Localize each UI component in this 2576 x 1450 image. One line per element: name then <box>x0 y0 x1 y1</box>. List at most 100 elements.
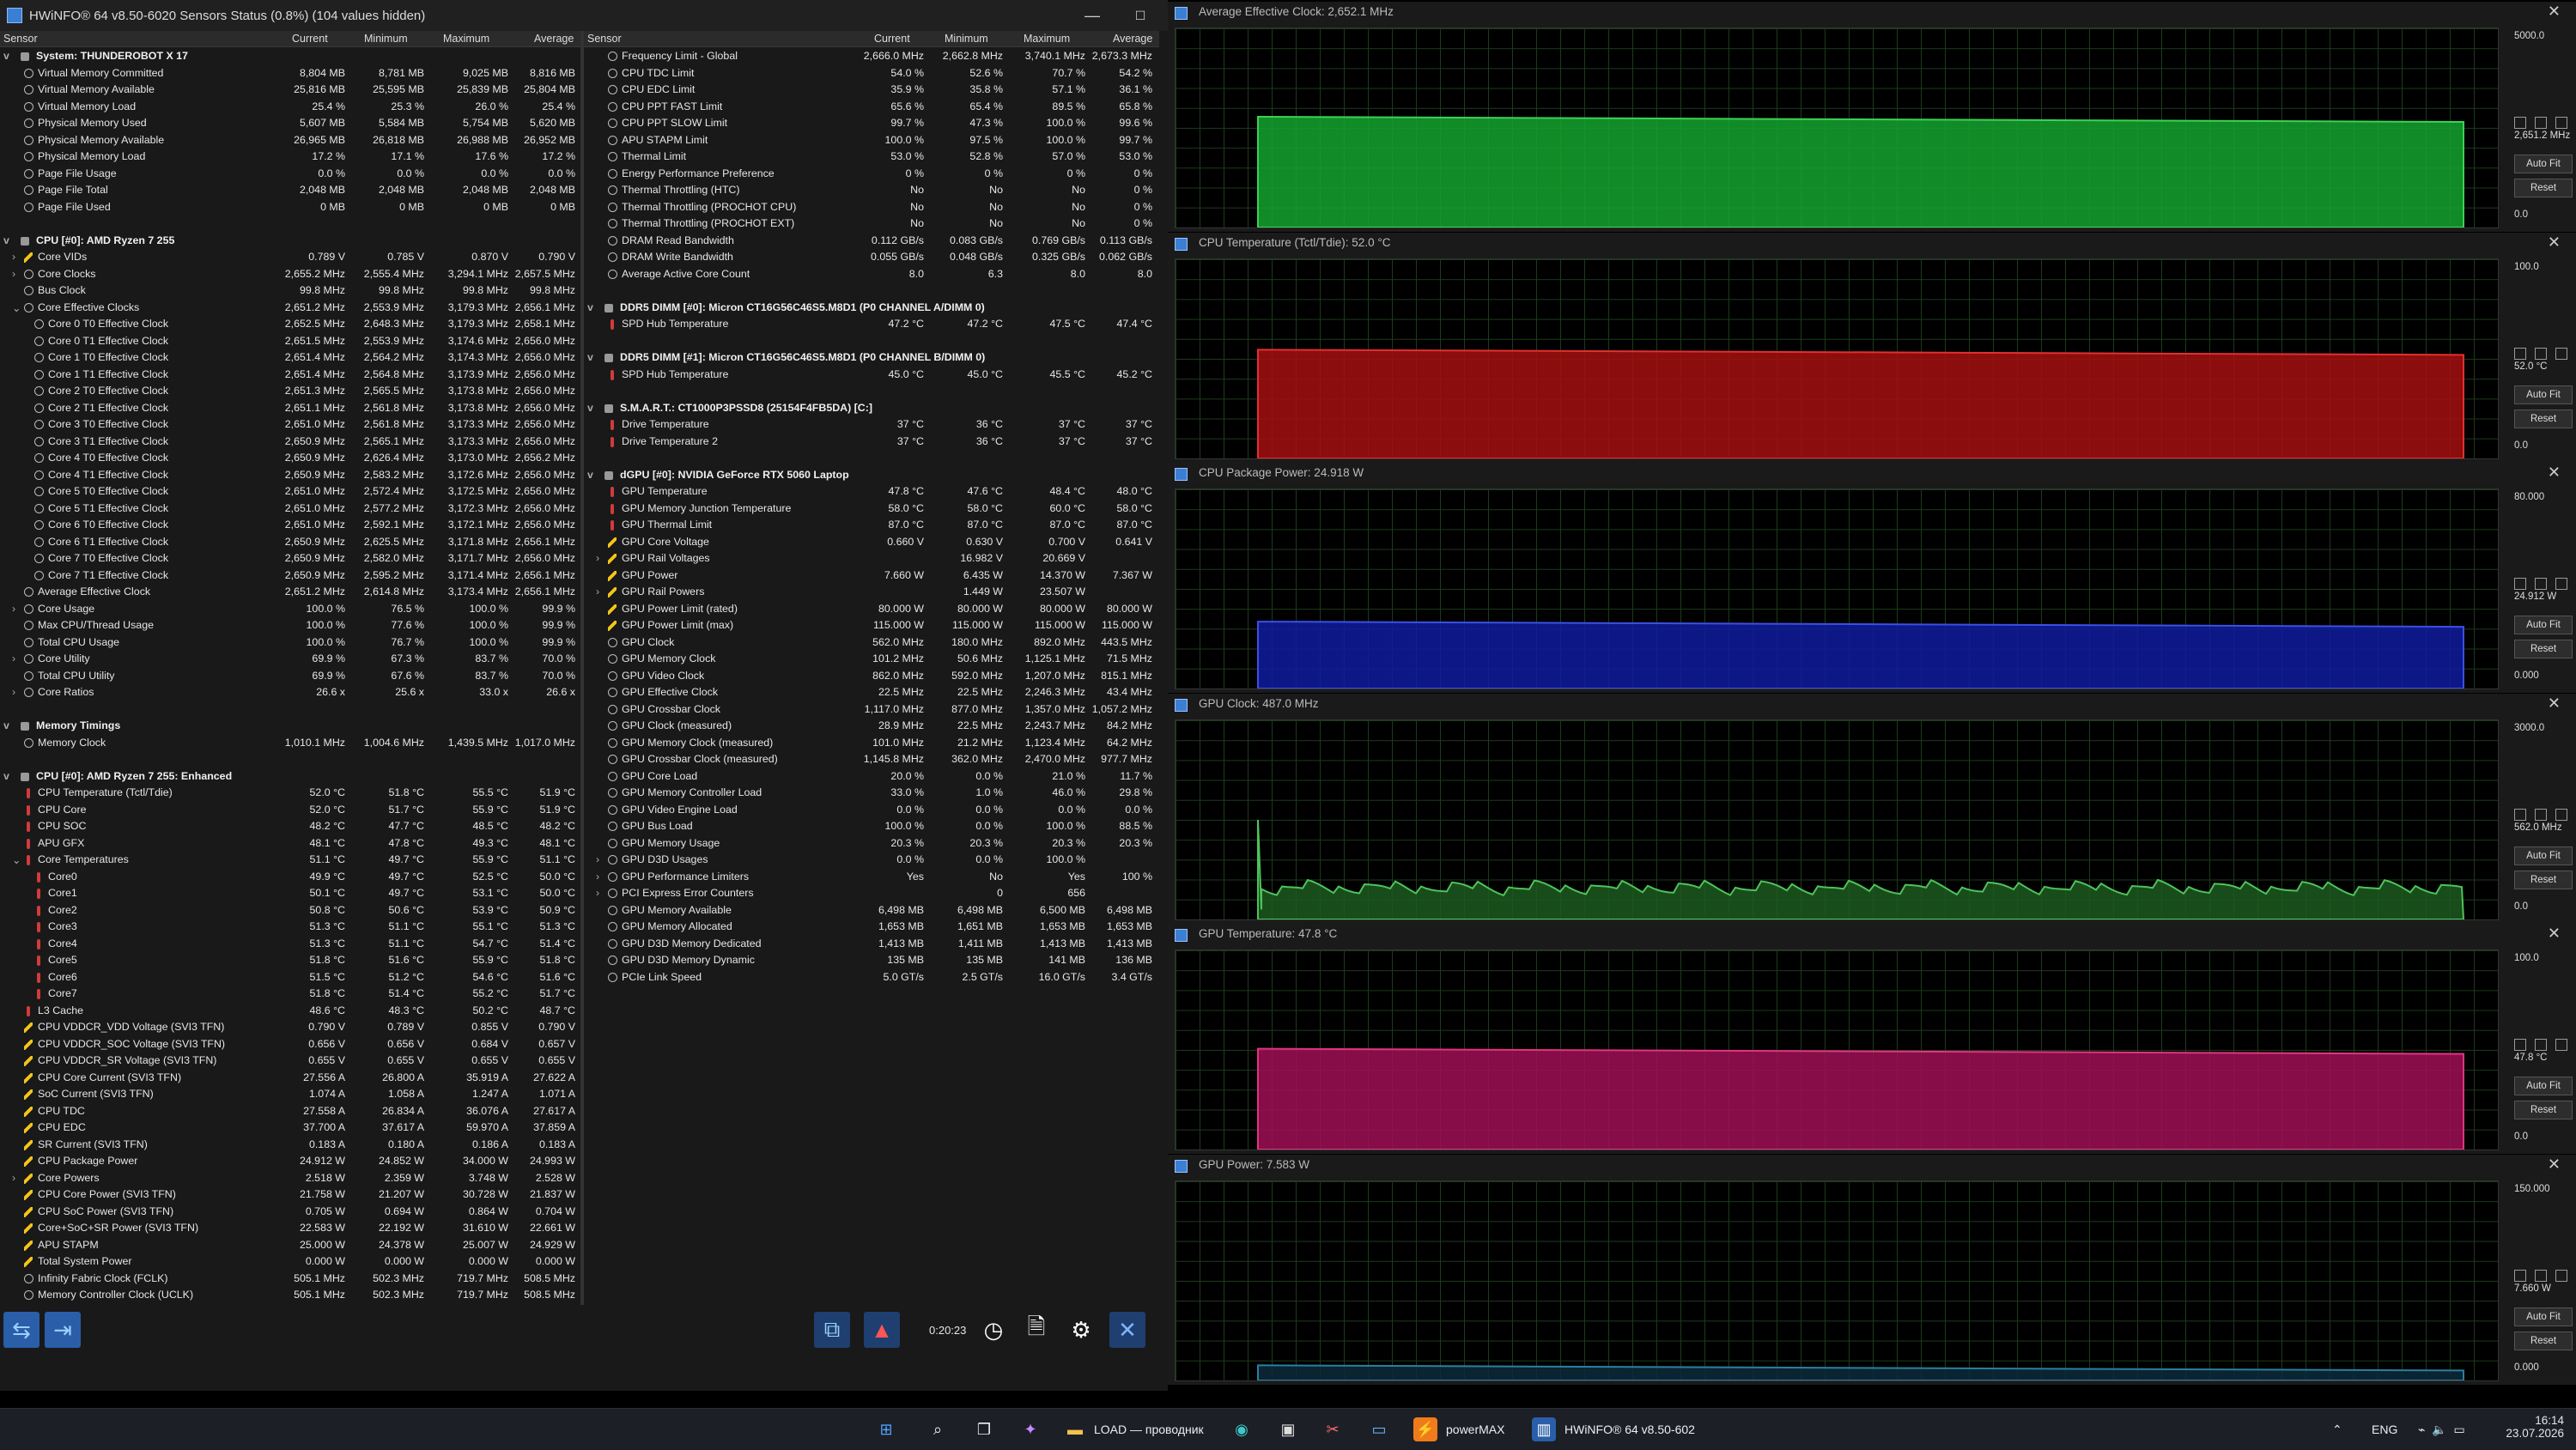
sensor-row[interactable]: Core 6 T0 Effective Clock 2,651.0 MHz 2,59… <box>0 517 580 534</box>
header-average-2[interactable]: Average <box>1113 33 1152 45</box>
sensor-row[interactable]: GPU Power Limit (max) 115.000 W 115.000 W 1… <box>584 617 1159 634</box>
sensor-row[interactable]: Infinity Fabric Clock (FCLK) 505.1 MHz 502… <box>0 1271 580 1288</box>
sensor-row[interactable]: CPU Core Power (SVI3 TFN) 21.758 W 21.207 … <box>0 1186 580 1204</box>
sensor-row[interactable]: › Core Usage 100.0 % 76.5 % 100.0 % 99.9 % <box>0 601 580 618</box>
sensor-row[interactable]: Core4 51.3 °C 51.1 °C 54.7 °C 51.4 °C <box>0 936 580 953</box>
chevron-down-icon[interactable]: v <box>587 351 596 363</box>
sensor-row[interactable]: GPU D3D Memory Dedicated 1,413 MB 1,411 MB… <box>584 936 1159 953</box>
graph-option-checkbox[interactable] <box>2514 578 2526 590</box>
reset-button[interactable]: Reset <box>2514 179 2573 197</box>
sensor-row[interactable]: Frequency Limit - Global 2,666.0 MHz 2,662… <box>584 48 1159 65</box>
sensor-row[interactable]: › GPU Rail Voltages 16.982 V 20.669 V <box>584 550 1159 567</box>
close-graph-icon[interactable]: ✕ <box>2548 925 2561 943</box>
store-button[interactable]: ▣ <box>1276 1416 1300 1443</box>
header-maximum[interactable]: Maximum <box>443 33 489 45</box>
store-icon[interactable]: ▣ <box>1276 1417 1300 1441</box>
graph-option-checkbox[interactable] <box>2535 578 2547 590</box>
sensor-row[interactable]: Core7 51.8 °C 51.4 °C 55.2 °C 51.7 °C <box>0 986 580 1003</box>
chevron-right-icon[interactable]: › <box>12 1172 21 1184</box>
graph-option-checkbox[interactable] <box>2555 347 2567 360</box>
sensor-row[interactable]: › GPU Rail Powers 1.449 W 23.507 W <box>584 584 1159 601</box>
sensor-row[interactable]: Energy Performance Preference 0 % 0 % 0 % 0 … <box>584 166 1159 183</box>
reset-button[interactable]: Reset <box>2514 870 2573 889</box>
chevron-right-icon[interactable]: › <box>12 251 21 263</box>
sensor-row[interactable]: Core 4 T0 Effective Clock 2,650.9 MHz 2,62… <box>0 450 580 467</box>
column-divider[interactable] <box>580 31 584 1336</box>
sensor-row[interactable]: Core 2 T0 Effective Clock 2,651.3 MHz 2,56… <box>0 383 580 400</box>
sensor-row[interactable]: › Core Powers 2.518 W 2.359 W 3.748 W 2.528 W <box>0 1170 580 1187</box>
edge-button[interactable]: ◉ <box>1230 1416 1254 1443</box>
close-graph-icon[interactable]: ✕ <box>2548 3 2561 21</box>
sensor-row[interactable]: GPU Memory Allocated 1,653 MB 1,651 MB 1,65… <box>584 919 1159 936</box>
sensor-row[interactable]: GPU Temperature 47.8 °C 47.6 °C 48.4 °C 48.0… <box>584 483 1159 501</box>
search-button[interactable]: ⌕ <box>926 1416 950 1443</box>
auto-fit-button[interactable]: Auto Fit <box>2514 155 2573 173</box>
sensor-row[interactable]: Memory Controller Clock (UCLK) 505.1 MHz 5… <box>0 1287 580 1304</box>
reset-button[interactable]: Reset <box>2514 409 2573 428</box>
sensor-row[interactable]: DRAM Read Bandwidth 0.112 GB/s 0.083 GB/s 0… <box>584 233 1159 250</box>
sensor-row[interactable]: GPU Memory Controller Load 33.0 % 1.0 % 46.… <box>584 785 1159 802</box>
sensor-row[interactable]: GPU Video Clock 862.0 MHz 592.0 MHz 1,207.0… <box>584 668 1159 685</box>
battery-icon[interactable]: ▭ <box>2453 1423 2464 1437</box>
header-minimum-2[interactable]: Minimum <box>945 33 988 45</box>
chevron-down-icon[interactable]: v <box>587 469 596 481</box>
sensor-row[interactable]: SR Current (SVI3 TFN) 0.183 A 0.180 A 0.186… <box>0 1137 580 1154</box>
graph-option-checkbox[interactable] <box>2514 347 2526 360</box>
graph-option-checkbox[interactable] <box>2535 808 2547 821</box>
graph-option-checkbox[interactable] <box>2555 117 2567 129</box>
sensor-row[interactable]: Core2 50.8 °C 50.6 °C 53.9 °C 50.9 °C <box>0 902 580 919</box>
app-button[interactable]: ▭ <box>1367 1416 1391 1443</box>
sensor-row[interactable]: Core 0 T1 Effective Clock 2,651.5 MHz 2,55… <box>0 333 580 350</box>
sensor-row[interactable]: Total CPU Utility 69.9 % 67.6 % 83.7 % 70.0 … <box>0 668 580 685</box>
sensor-row[interactable]: CPU EDC 37.700 A 37.617 A 59.970 A 37.859 A <box>0 1119 580 1137</box>
sensor-row[interactable]: Core 0 T0 Effective Clock 2,652.5 MHz 2,64… <box>0 316 580 333</box>
chevron-right-icon[interactable]: › <box>12 686 21 698</box>
sensor-row[interactable]: CPU Package Power 24.912 W 24.852 W 34.000 … <box>0 1153 580 1170</box>
sensor-row[interactable]: Average Effective Clock 2,651.2 MHz 2,614.… <box>0 584 580 601</box>
sensor-row[interactable]: Virtual Memory Load 25.4 % 25.3 % 26.0 % 25.… <box>0 99 580 116</box>
close-graph-icon[interactable]: ✕ <box>2548 464 2561 482</box>
edge-browser-icon[interactable]: ◉ <box>1230 1417 1254 1441</box>
graph-option-checkbox[interactable] <box>2514 117 2526 129</box>
save-log-icon[interactable]: 🗎 <box>1018 1312 1054 1348</box>
sensor-row[interactable]: GPU Clock (measured) 28.9 MHz 22.5 MHz 2,24… <box>584 718 1159 735</box>
report-icon[interactable]: ▲ <box>864 1312 900 1348</box>
clock[interactable]: 16:14 23.07.2026 <box>2504 1414 2564 1440</box>
search-icon[interactable]: ⌕ <box>926 1417 950 1441</box>
sensor-row[interactable]: GPU D3D Memory Dynamic 135 MB 135 MB 141 MB… <box>584 952 1159 969</box>
sensor-row[interactable]: Memory Clock 1,010.1 MHz 1,004.6 MHz 1,439.… <box>0 735 580 752</box>
auto-fit-button[interactable]: Auto Fit <box>2514 385 2573 404</box>
graph-option-checkbox[interactable] <box>2514 1269 2526 1282</box>
chevron-right-icon[interactable]: › <box>596 887 605 899</box>
clock-icon[interactable]: ◷ <box>975 1312 1012 1348</box>
sensor-row[interactable]: CPU SOC 48.2 °C 47.7 °C 48.5 °C 48.2 °C <box>0 818 580 835</box>
sensor-row[interactable]: Thermal Throttling (PROCHOT CPU) No No No 0 … <box>584 199 1159 216</box>
sensor-row[interactable]: Core 3 T0 Effective Clock 2,651.0 MHz 2,56… <box>0 416 580 434</box>
chevron-right-icon[interactable]: › <box>596 871 605 883</box>
sensor-row[interactable]: Core 1 T0 Effective Clock 2,651.4 MHz 2,56… <box>0 349 580 367</box>
sensor-row[interactable]: Core 7 T1 Effective Clock 2,650.9 MHz 2,59… <box>0 567 580 585</box>
sensor-row[interactable]: Page File Usage 0.0 % 0.0 % 0.0 % 0.0 % <box>0 166 580 183</box>
auto-fit-button[interactable]: Auto Fit <box>2514 616 2573 634</box>
sensor-row[interactable]: › Core Utility 69.9 % 67.3 % 83.7 % 70.0 % <box>0 651 580 668</box>
sensor-row[interactable]: Core 5 T0 Effective Clock 2,651.0 MHz 2,57… <box>0 483 580 501</box>
chevron-down-icon[interactable]: ⌄ <box>12 301 21 314</box>
snipping-button[interactable]: ✂ <box>1321 1416 1345 1443</box>
sensor-row[interactable]: › GPU D3D Usages 0.0 % 0.0 % 100.0 % <box>584 852 1159 869</box>
sensor-row[interactable]: Core5 51.8 °C 51.6 °C 55.9 °C 51.8 °C <box>0 952 580 969</box>
sensor-row[interactable]: CPU VDDCR_SR Voltage (SVI3 TFN) 0.655 V 0.… <box>0 1053 580 1070</box>
sensor-row[interactable]: Page File Total 2,048 MB 2,048 MB 2,048 MB 2… <box>0 182 580 199</box>
header-current-2[interactable]: Current <box>874 33 910 45</box>
sensor-row[interactable]: Core 5 T1 Effective Clock 2,651.0 MHz 2,57… <box>0 501 580 518</box>
graph-option-checkbox[interactable] <box>2555 1269 2567 1282</box>
sensor-row[interactable]: Virtual Memory Available 25,816 MB 25,595 … <box>0 82 580 99</box>
chevron-right-icon[interactable]: › <box>596 552 605 564</box>
graph-option-checkbox[interactable] <box>2514 1039 2526 1051</box>
graph-option-checkbox[interactable] <box>2535 347 2547 360</box>
graph-option-checkbox[interactable] <box>2535 1269 2547 1282</box>
sensor-group-header[interactable]: v S.M.A.R.T.: CT1000P3PSSD8 (25154F4FB5DA… <box>584 400 1159 417</box>
graph-option-checkbox[interactable] <box>2535 117 2547 129</box>
sensor-row[interactable]: Core+SoC+SR Power (SVI3 TFN) 22.583 W 22.1… <box>0 1220 580 1237</box>
reset-button[interactable]: Reset <box>2514 640 2573 658</box>
close-graph-icon[interactable]: ✕ <box>2548 234 2561 252</box>
